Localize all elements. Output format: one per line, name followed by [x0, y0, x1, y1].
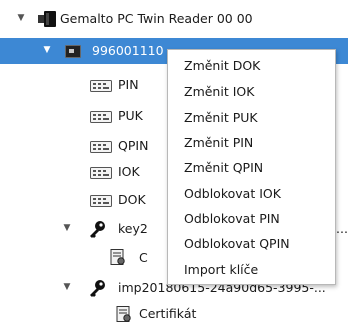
- tree-row-iok[interactable]: IOK: [0, 159, 167, 185]
- card-reader-icon: [38, 11, 56, 27]
- menu-item-change-qpin[interactable]: Změnit QPIN: [168, 155, 335, 181]
- menu-item-unblock-pin[interactable]: Odblokovat PIN: [168, 206, 335, 232]
- cert-label: Certifikát: [139, 306, 197, 321]
- tree-row-qpin[interactable]: QPIN: [0, 133, 167, 159]
- certificate-icon: [116, 306, 131, 322]
- tree-row-puk[interactable]: PUK: [0, 103, 167, 129]
- certificate-icon: [110, 249, 125, 265]
- key-label-overflow: ...: [336, 221, 348, 236]
- collapse-toggle-reader[interactable]: ▼: [16, 13, 26, 23]
- key-icon: [90, 280, 105, 297]
- pin-pad-icon: [90, 80, 112, 92]
- key-icon: [90, 221, 105, 238]
- context-menu: Změnit DOK Změnit IOK Změnit PUK Změnit …: [167, 49, 336, 285]
- token-tree-view: ▼ Gemalto PC Twin Reader 00 00 ▼ 9960011…: [0, 0, 348, 323]
- tree-row-reader[interactable]: ▼ Gemalto PC Twin Reader 00 00: [0, 6, 348, 32]
- card-label: 996001110: [92, 43, 164, 58]
- collapse-toggle-key-1[interactable]: ▼: [62, 223, 72, 233]
- menu-item-change-iok[interactable]: Změnit IOK: [168, 79, 335, 105]
- smart-card-icon: [65, 45, 81, 58]
- item-label: PIN: [118, 77, 139, 92]
- menu-item-unblock-qpin[interactable]: Odblokovat QPIN: [168, 231, 335, 257]
- pin-pad-icon: [90, 195, 112, 207]
- menu-item-change-puk[interactable]: Změnit PUK: [168, 105, 335, 131]
- tree-row-cert-2[interactable]: Certifikát: [0, 303, 348, 323]
- item-label: PUK: [118, 108, 143, 123]
- pin-pad-icon: [90, 111, 112, 123]
- tree-row-cert-1[interactable]: C: [0, 245, 167, 271]
- item-label: DOK: [118, 192, 146, 207]
- pin-pad-icon: [90, 167, 112, 179]
- item-label: QPIN: [118, 138, 149, 153]
- tree-row-pin[interactable]: PIN: [0, 72, 167, 98]
- menu-item-unblock-iok[interactable]: Odblokovat IOK: [168, 181, 335, 207]
- reader-label: Gemalto PC Twin Reader 00 00: [60, 11, 253, 26]
- menu-item-change-pin[interactable]: Změnit PIN: [168, 130, 335, 156]
- pin-pad-icon: [90, 141, 112, 153]
- key-label: key2: [118, 221, 148, 236]
- cert-label: C: [139, 250, 148, 265]
- menu-item-change-dok[interactable]: Změnit DOK: [168, 53, 335, 79]
- collapse-toggle-key-2[interactable]: ▼: [62, 282, 72, 292]
- item-label: IOK: [118, 164, 140, 179]
- tree-row-dok[interactable]: DOK: [0, 187, 167, 213]
- menu-item-import-key[interactable]: Import klíče: [168, 257, 335, 283]
- collapse-toggle-card[interactable]: ▼: [42, 45, 52, 55]
